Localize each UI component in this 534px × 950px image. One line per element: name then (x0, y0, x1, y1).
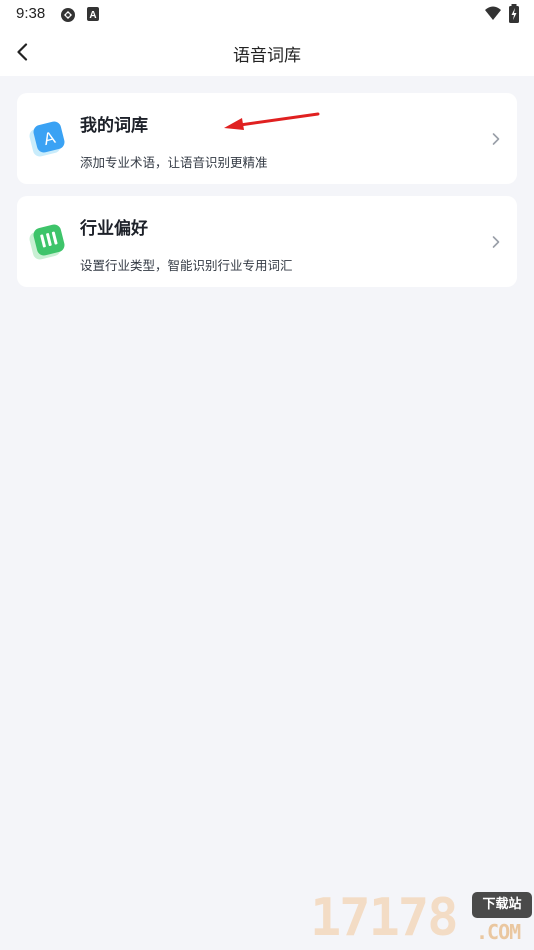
card-industry-preference[interactable]: 行业偏好 设置行业类型，智能识别行业专用词汇 (17, 196, 517, 287)
card-description: 设置行业类型，智能识别行业专用词汇 (80, 258, 293, 273)
chevron-right-icon (492, 133, 500, 145)
nav-bar: 语音词库 (0, 28, 534, 76)
letter-a-icon: A (29, 121, 65, 157)
card-description: 添加专业术语，让语音识别更精准 (80, 155, 268, 170)
watermark-suffix: .COM (476, 920, 521, 944)
card-my-lexicon[interactable]: A 我的词库 添加专业术语，让语音识别更精准 (17, 93, 517, 184)
battery-charging-icon (509, 4, 519, 23)
wifi-icon (485, 6, 501, 20)
sync-icon (61, 8, 75, 22)
watermark-digits: 17178 (310, 888, 459, 948)
book-icon (29, 224, 65, 260)
watermark-logo: 17178 下载站 .COM (310, 888, 532, 948)
svg-text:A: A (89, 10, 96, 21)
watermark-badge: 下载站 (472, 892, 532, 918)
header-area: 9:38 A 语音词库 (0, 0, 534, 76)
annotation-arrow (224, 112, 320, 130)
status-bar: 9:38 A (0, 0, 534, 28)
card-title: 行业偏好 (80, 219, 148, 239)
chevron-right-icon (492, 236, 500, 248)
status-time: 9:38 (16, 5, 46, 22)
card-title: 我的词库 (80, 116, 148, 136)
a-notification-icon: A (87, 7, 99, 21)
page-title: 语音词库 (233, 46, 301, 66)
